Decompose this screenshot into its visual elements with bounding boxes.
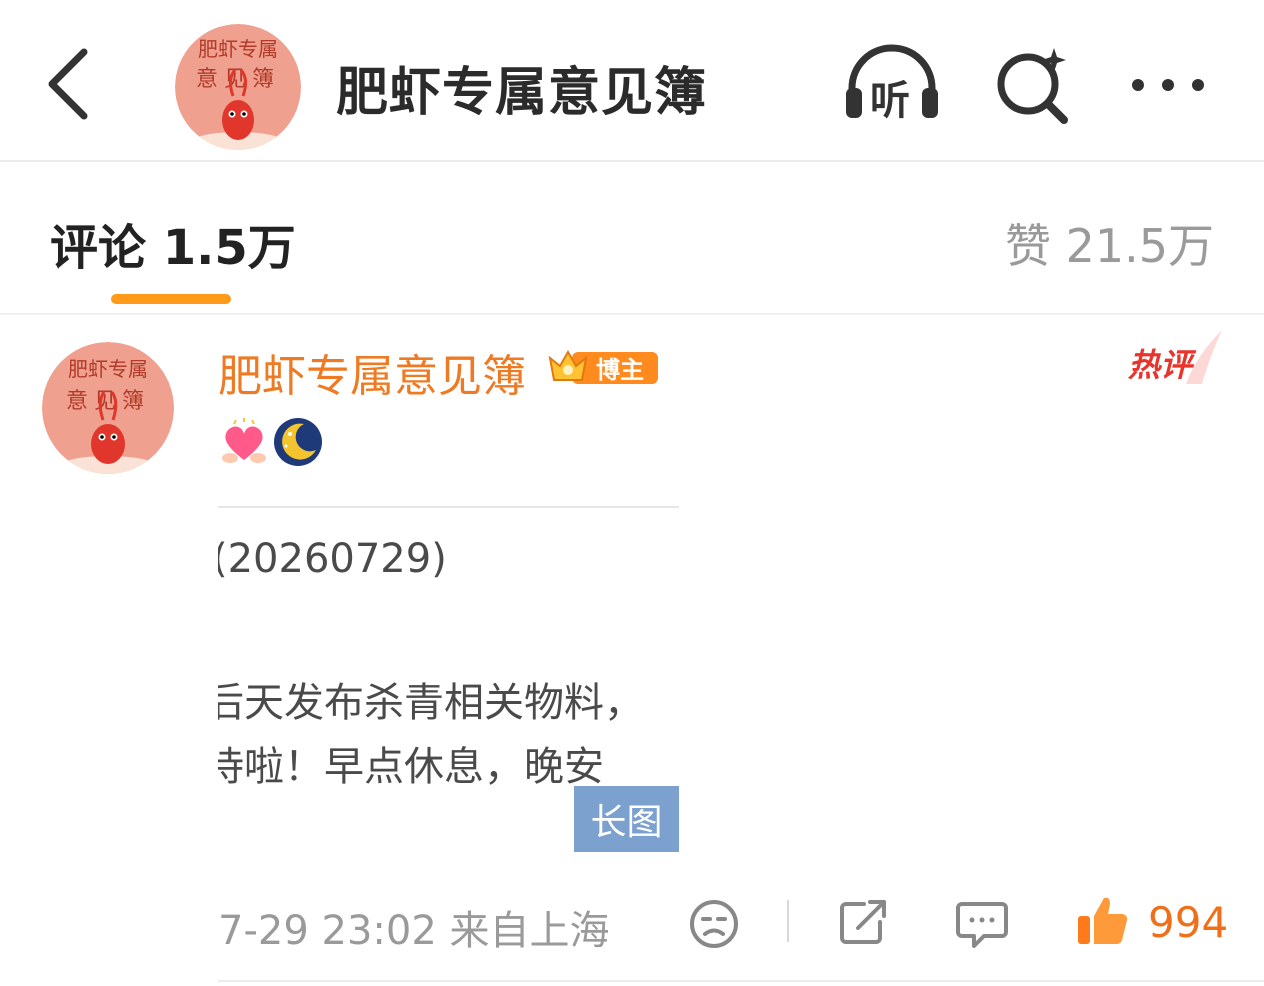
avatar-text-top: 肥虾专属 (198, 37, 278, 61)
image-text-line-3: 待啦！早点休息，晚安 (218, 744, 604, 790)
avatar-text-bottom: 意见簿 (66, 389, 150, 414)
comment-username[interactable]: 肥虾专属意见簿 (218, 340, 526, 404)
headphone-listen-icon[interactable]: 听 (842, 40, 942, 130)
hot-label: 热评 (1128, 346, 1193, 384)
action-divider (787, 900, 789, 942)
search-sparkle-icon[interactable] (992, 44, 1072, 124)
comment-meta: 7-29 23:02 来自上海 (218, 908, 610, 954)
avatar-text-bottom: 意见簿 (196, 67, 280, 92)
blogger-badge: 博主 (546, 346, 658, 388)
long-image-tag: 长图 (574, 786, 679, 852)
badge-label: 博主 (596, 356, 644, 384)
commenter-avatar[interactable]: 肥虾专属 意见簿 (42, 342, 174, 474)
share-icon[interactable] (836, 896, 892, 948)
tab-comments[interactable]: 评论 1.5万 (50, 208, 296, 278)
comment-bubble-icon[interactable] (954, 898, 1010, 950)
comment-divider (218, 980, 1264, 982)
thumbs-up-icon[interactable] (1074, 892, 1130, 948)
image-divider (218, 506, 679, 508)
more-dots-icon[interactable] (1126, 70, 1210, 100)
header-divider (0, 160, 1264, 162)
listen-label: 听 (870, 78, 910, 124)
page-title: 肥虾专属意见簿 (336, 63, 708, 123)
tab-active-indicator (111, 294, 231, 304)
moon-emoji-icon (272, 416, 324, 468)
back-arrow-icon[interactable] (40, 42, 100, 122)
heart-emoji-icon (220, 418, 268, 466)
blogger-avatar[interactable]: 肥虾专属 意见簿 (175, 24, 301, 150)
long-image-preview[interactable]: (20260729) 后天发布杀青相关物料， 待啦！早点休息，晚安 长图 (218, 494, 679, 852)
image-text-line-2: 后天发布杀青相关物料， (218, 680, 644, 726)
hot-comment-badge: 热评 (1126, 326, 1226, 386)
like-count: 994 (1148, 898, 1229, 947)
dislike-face-icon[interactable] (686, 896, 742, 952)
image-text-line-1: (20260729) (218, 536, 447, 582)
tabs-divider (0, 313, 1264, 315)
avatar-text-top: 肥虾专属 (68, 357, 148, 381)
tab-likes[interactable]: 赞 21.5万 (1005, 210, 1214, 276)
